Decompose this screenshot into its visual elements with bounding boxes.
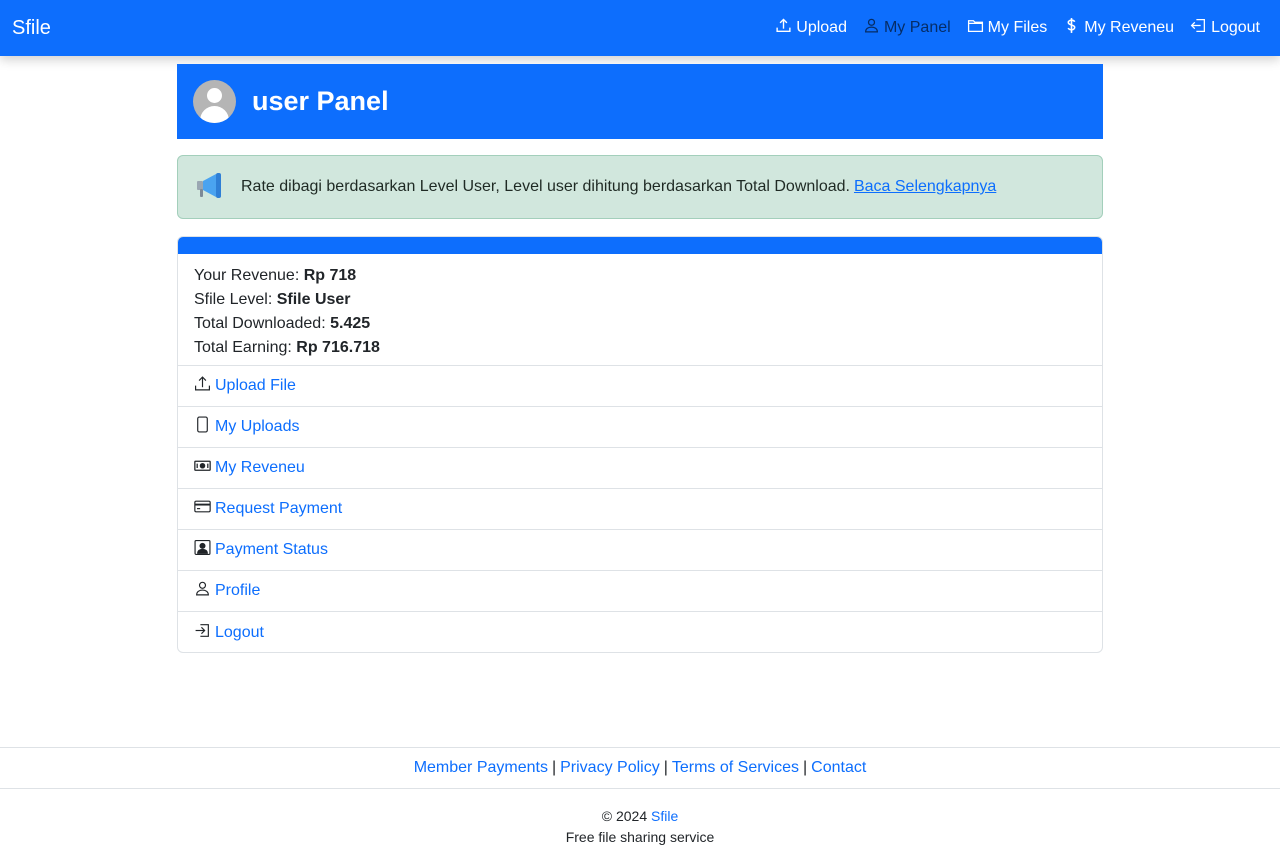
nav-menu: Upload My Panel My Files My Reveneu Logo… bbox=[775, 17, 1268, 39]
menu-profile-label: Profile bbox=[215, 582, 261, 599]
menu-payment-status-label: Payment Status bbox=[215, 541, 328, 558]
footer-brand-link[interactable]: Sfile bbox=[651, 808, 678, 824]
footer-tagline: Free file sharing service bbox=[565, 829, 715, 845]
footer-separator: | bbox=[551, 759, 557, 776]
read-more-link[interactable]: Baca Selengkapnya bbox=[854, 178, 996, 196]
person-icon bbox=[194, 580, 215, 602]
nav-logout[interactable]: Logout bbox=[1190, 17, 1260, 39]
alert-message: Rate dibagi berdasarkan Level User, Leve… bbox=[241, 178, 850, 195]
menu-logout[interactable]: Logout bbox=[178, 612, 1102, 652]
stat-level: Sfile Level: Sfile User bbox=[194, 288, 1086, 312]
menu-request-payment-label: Request Payment bbox=[215, 500, 343, 517]
logout-icon bbox=[1190, 17, 1207, 39]
stat-revenue-label: Your Revenue: bbox=[194, 267, 304, 284]
nav-upload[interactable]: Upload bbox=[775, 17, 847, 39]
panel-header: user Panel bbox=[177, 64, 1103, 139]
copyright-line: © 2024 Sfile bbox=[0, 806, 1280, 827]
nav-logout-label: Logout bbox=[1211, 19, 1260, 36]
footer-separator: | bbox=[803, 759, 808, 776]
menu-profile[interactable]: Profile bbox=[178, 571, 1102, 612]
stat-earning-label: Total Earning: bbox=[194, 339, 297, 356]
stat-earning-value: Rp 716.718 bbox=[296, 339, 380, 356]
menu-my-uploads[interactable]: My Uploads bbox=[178, 407, 1102, 448]
stat-downloaded-value: 5.425 bbox=[330, 315, 371, 332]
person-icon bbox=[863, 17, 880, 39]
page-title: user Panel bbox=[252, 86, 389, 116]
upload-icon bbox=[194, 375, 215, 397]
menu-my-uploads-label: My Uploads bbox=[215, 418, 300, 435]
top-navbar: Sfile Upload My Panel My Files My Revene… bbox=[0, 0, 1280, 56]
footer-link-terms[interactable]: Terms of Services bbox=[672, 759, 799, 777]
login-icon bbox=[194, 622, 215, 644]
nav-my-reveneu-label: My Reveneu bbox=[1084, 19, 1175, 36]
menu-payment-status[interactable]: Payment Status bbox=[178, 530, 1102, 571]
menu-logout-label: Logout bbox=[215, 623, 264, 641]
footer-separator: | bbox=[663, 759, 668, 776]
credit-card-icon bbox=[194, 498, 215, 520]
person-badge-icon bbox=[194, 539, 215, 561]
copyright-prefix: © 2024 bbox=[601, 808, 648, 824]
nav-upload-label: Upload bbox=[796, 19, 847, 36]
nav-my-reveneu[interactable]: My Reveneu bbox=[1063, 17, 1174, 39]
stat-revenue: Your Revenue: Rp 718 bbox=[194, 264, 1086, 288]
card-header-bar bbox=[178, 237, 1102, 254]
menu-upload-file[interactable]: Upload File bbox=[178, 366, 1102, 407]
footer-link-privacy-policy[interactable]: Privacy Policy bbox=[560, 759, 660, 777]
stat-revenue-value: Rp 718 bbox=[303, 267, 357, 284]
footer-links: Member Payments | Privacy Policy | Terms… bbox=[0, 747, 1280, 789]
stat-downloaded: Total Downloaded: 5.425 bbox=[194, 312, 1086, 336]
dollar-icon bbox=[1063, 17, 1080, 39]
phone-icon bbox=[194, 416, 215, 438]
stat-earning: Total Earning: Rp 716.718 bbox=[194, 336, 1086, 360]
nav-my-files[interactable]: My Files bbox=[967, 17, 1048, 39]
cash-icon bbox=[194, 457, 215, 479]
menu-my-reveneu[interactable]: My Reveneu bbox=[178, 448, 1102, 489]
nav-my-panel[interactable]: My Panel bbox=[863, 17, 951, 39]
menu-my-reveneu-label: My Reveneu bbox=[215, 459, 305, 476]
avatar-icon bbox=[193, 80, 236, 123]
menu-upload-file-label: Upload File bbox=[215, 377, 296, 394]
upload-icon bbox=[775, 17, 792, 39]
stat-downloaded-label: Total Downloaded: bbox=[194, 315, 331, 332]
stats-section: Your Revenue: Rp 718 Sfile Level: Sfile … bbox=[178, 254, 1102, 366]
menu-request-payment[interactable]: Request Payment bbox=[178, 489, 1102, 530]
footer-link-member-payments[interactable]: Member Payments bbox=[414, 759, 548, 777]
megaphone-icon bbox=[194, 169, 241, 206]
nav-my-panel-label: My Panel bbox=[883, 19, 951, 36]
nav-my-files-label: My Files bbox=[987, 19, 1048, 36]
brand-logo[interactable]: Sfile bbox=[12, 17, 51, 40]
user-panel-card: Your Revenue: Rp 718 Sfile Level: Sfile … bbox=[177, 236, 1103, 653]
stat-level-value: Sfile User bbox=[276, 291, 351, 308]
copyright: © 2024 Sfile Free file sharing service bbox=[0, 806, 1280, 848]
stat-level-label: Sfile Level: bbox=[194, 291, 277, 308]
footer-link-contact[interactable]: Contact bbox=[811, 759, 866, 777]
folder-icon bbox=[967, 17, 984, 39]
info-alert: Rate dibagi berdasarkan Level User, Leve… bbox=[177, 155, 1103, 219]
